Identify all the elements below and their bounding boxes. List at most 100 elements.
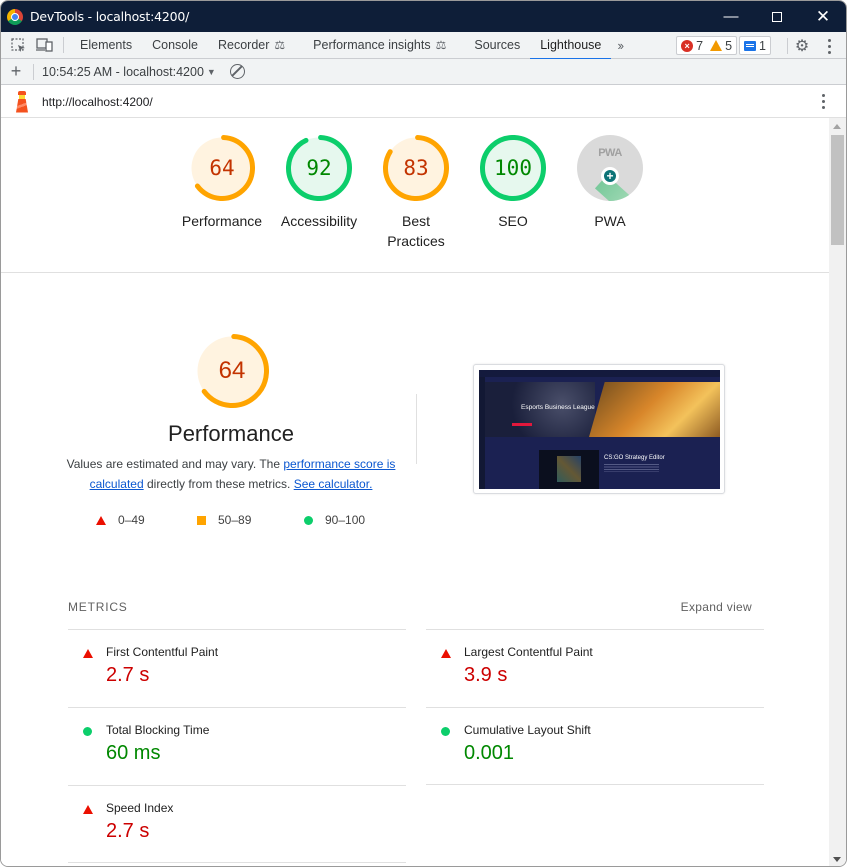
metric-value: 2.7 s (106, 664, 150, 686)
desc-text: Values are estimated and may vary. The (66, 457, 284, 471)
kebab-dot (827, 38, 831, 42)
more-tabs-button[interactable]: ›› (611, 38, 628, 53)
warning-icon (710, 40, 723, 51)
tab-label: Elements (80, 38, 133, 52)
gauge-pwa[interactable]: PWA PWA (560, 135, 660, 231)
legend-pass: 90–100 (304, 513, 365, 527)
circle-icon (304, 515, 313, 525)
triangle-fail-icon (441, 649, 451, 658)
vertical-scrollbar[interactable] (829, 118, 846, 866)
chrome-logo-icon (7, 8, 23, 25)
legend-range: 0–49 (118, 513, 145, 527)
metric-cumulative-layout-shift[interactable]: Cumulative Layout Shift 0.001 (426, 707, 764, 785)
gear-icon: ⚙ (794, 38, 810, 55)
gauge-label: Performance (181, 213, 263, 229)
metric-title: Largest Contentful Paint (464, 645, 593, 659)
issues-counter[interactable]: 1 (739, 36, 771, 55)
triangle-icon (96, 515, 106, 525)
warning-count: 5 (725, 38, 733, 53)
metric-divider (68, 862, 406, 863)
metric-first-contentful-paint[interactable]: First Contentful Paint 2.7 s (68, 629, 406, 707)
final-screenshot[interactable]: Esports Business League CS:GO Strategy E… (473, 364, 725, 494)
report-menu-button[interactable] (822, 94, 825, 109)
metric-speed-index[interactable]: Speed Index 2.7 s (68, 785, 406, 863)
desc-text: directly from these metrics. (143, 477, 294, 491)
gauge-score: 83 (403, 156, 429, 180)
message-icon (744, 40, 757, 51)
gauge-score: 100 (494, 156, 532, 180)
metric-title: Cumulative Layout Shift (464, 723, 591, 737)
section-divider (416, 394, 417, 464)
performance-score-gauge: 64 (195, 333, 269, 408)
caret-down-icon: ▼ (206, 66, 216, 77)
scores-summary: 64 Performance 92 Accessibility 83 Best … (1, 118, 830, 273)
error-icon: × (681, 39, 694, 52)
performance-title: Performance (168, 421, 294, 446)
metric-value: 60 ms (106, 742, 161, 764)
expand-view-toggle[interactable]: Expand view (681, 600, 752, 614)
tab-lighthouse[interactable]: Lighthouse (530, 32, 612, 60)
metric-value: 0.001 (464, 742, 515, 764)
device-toolbar-button[interactable] (31, 32, 57, 59)
new-report-button[interactable]: + (1, 61, 31, 82)
tab-recorder[interactable]: Recorder ⚖ (208, 32, 295, 59)
score-gauge: 92 (286, 135, 352, 201)
close-icon: ✕ (815, 6, 831, 26)
performance-description: Values are estimated and may vary. The p… (61, 454, 401, 494)
page-screenshot-image: Esports Business League CS:GO Strategy E… (479, 370, 720, 489)
tab-elements[interactable]: Elements (70, 32, 142, 59)
minimize-button[interactable]: — (708, 1, 754, 32)
metric-total-blocking-time[interactable]: Total Blocking Time 60 ms (68, 707, 406, 785)
device-toggle-icon (35, 38, 53, 52)
metrics-header: METRICS Expand view (68, 600, 764, 614)
tab-performance-insights[interactable]: Performance insights ⚖ (303, 32, 456, 59)
devtools-tabbar: Elements Console Recorder ⚖ Performance i… (1, 32, 846, 60)
see-calculator-link[interactable]: See calculator. (294, 477, 373, 491)
devtools-window: DevTools - localhost:4200/ — ✕ Elements … (0, 0, 847, 867)
performance-score: 64 (218, 357, 246, 384)
gauge-best-practices[interactable]: 83 Best Practices (366, 135, 466, 251)
tab-console[interactable]: Console (142, 32, 208, 59)
gauge-label: SEO (498, 213, 528, 229)
report-content: 64 Performance 92 Accessibility 83 Best … (1, 118, 830, 866)
pwa-badge-text: PWA (598, 147, 622, 159)
close-button[interactable]: ✕ (800, 1, 846, 32)
experimental-flask-icon: ⚖ (435, 38, 447, 52)
gauge-accessibility[interactable]: 92 Accessibility (269, 135, 369, 231)
minimize-icon: — (723, 8, 739, 25)
maximize-button[interactable] (754, 1, 800, 32)
metric-title: Speed Index (106, 801, 174, 815)
tab-sources[interactable]: Sources (464, 32, 530, 59)
scrollbar-thumb[interactable] (831, 135, 844, 245)
scroll-up-arrow-icon[interactable] (833, 124, 841, 129)
gauge-label: Accessibility (280, 213, 358, 229)
settings-button[interactable]: ⚙ (792, 36, 812, 56)
plus-icon: + (10, 61, 22, 81)
kebab-dot (822, 94, 825, 97)
screenshot-section-title: CS:GO Strategy Editor (604, 455, 665, 461)
legend-average: 50–89 (197, 513, 251, 527)
gauge-score: 92 (306, 156, 332, 180)
score-gauge: 100 (480, 135, 546, 201)
report-url[interactable]: http://localhost:4200/ (42, 95, 153, 109)
kebab-dot (822, 100, 825, 103)
window-title: DevTools - localhost:4200/ (30, 9, 190, 24)
metric-largest-contentful-paint[interactable]: Largest Contentful Paint 3.9 s (426, 629, 764, 707)
toolbar-divider (787, 38, 788, 54)
scroll-down-arrow-icon[interactable] (833, 857, 841, 862)
customize-devtools-button[interactable] (824, 36, 834, 56)
maximize-icon (772, 11, 782, 22)
errors-warnings-counter[interactable]: × 7 5 (676, 36, 738, 55)
kebab-dot (827, 50, 831, 54)
inspect-element-button[interactable] (5, 32, 31, 59)
gauge-performance[interactable]: 64 Performance (172, 135, 272, 231)
triangle-fail-icon (83, 805, 93, 814)
report-selector[interactable]: 10:54:25 AM - localhost:4200 ▼ (36, 65, 216, 79)
error-count: 7 (696, 38, 704, 53)
title-bar: DevTools - localhost:4200/ — ✕ (1, 1, 846, 32)
lighthouse-logo-icon (14, 90, 30, 113)
tab-label: Performance insights (313, 38, 431, 52)
tab-label: Lighthouse (540, 38, 602, 52)
clear-reports-button[interactable] (229, 64, 245, 79)
gauge-seo[interactable]: 100 SEO (463, 135, 563, 231)
